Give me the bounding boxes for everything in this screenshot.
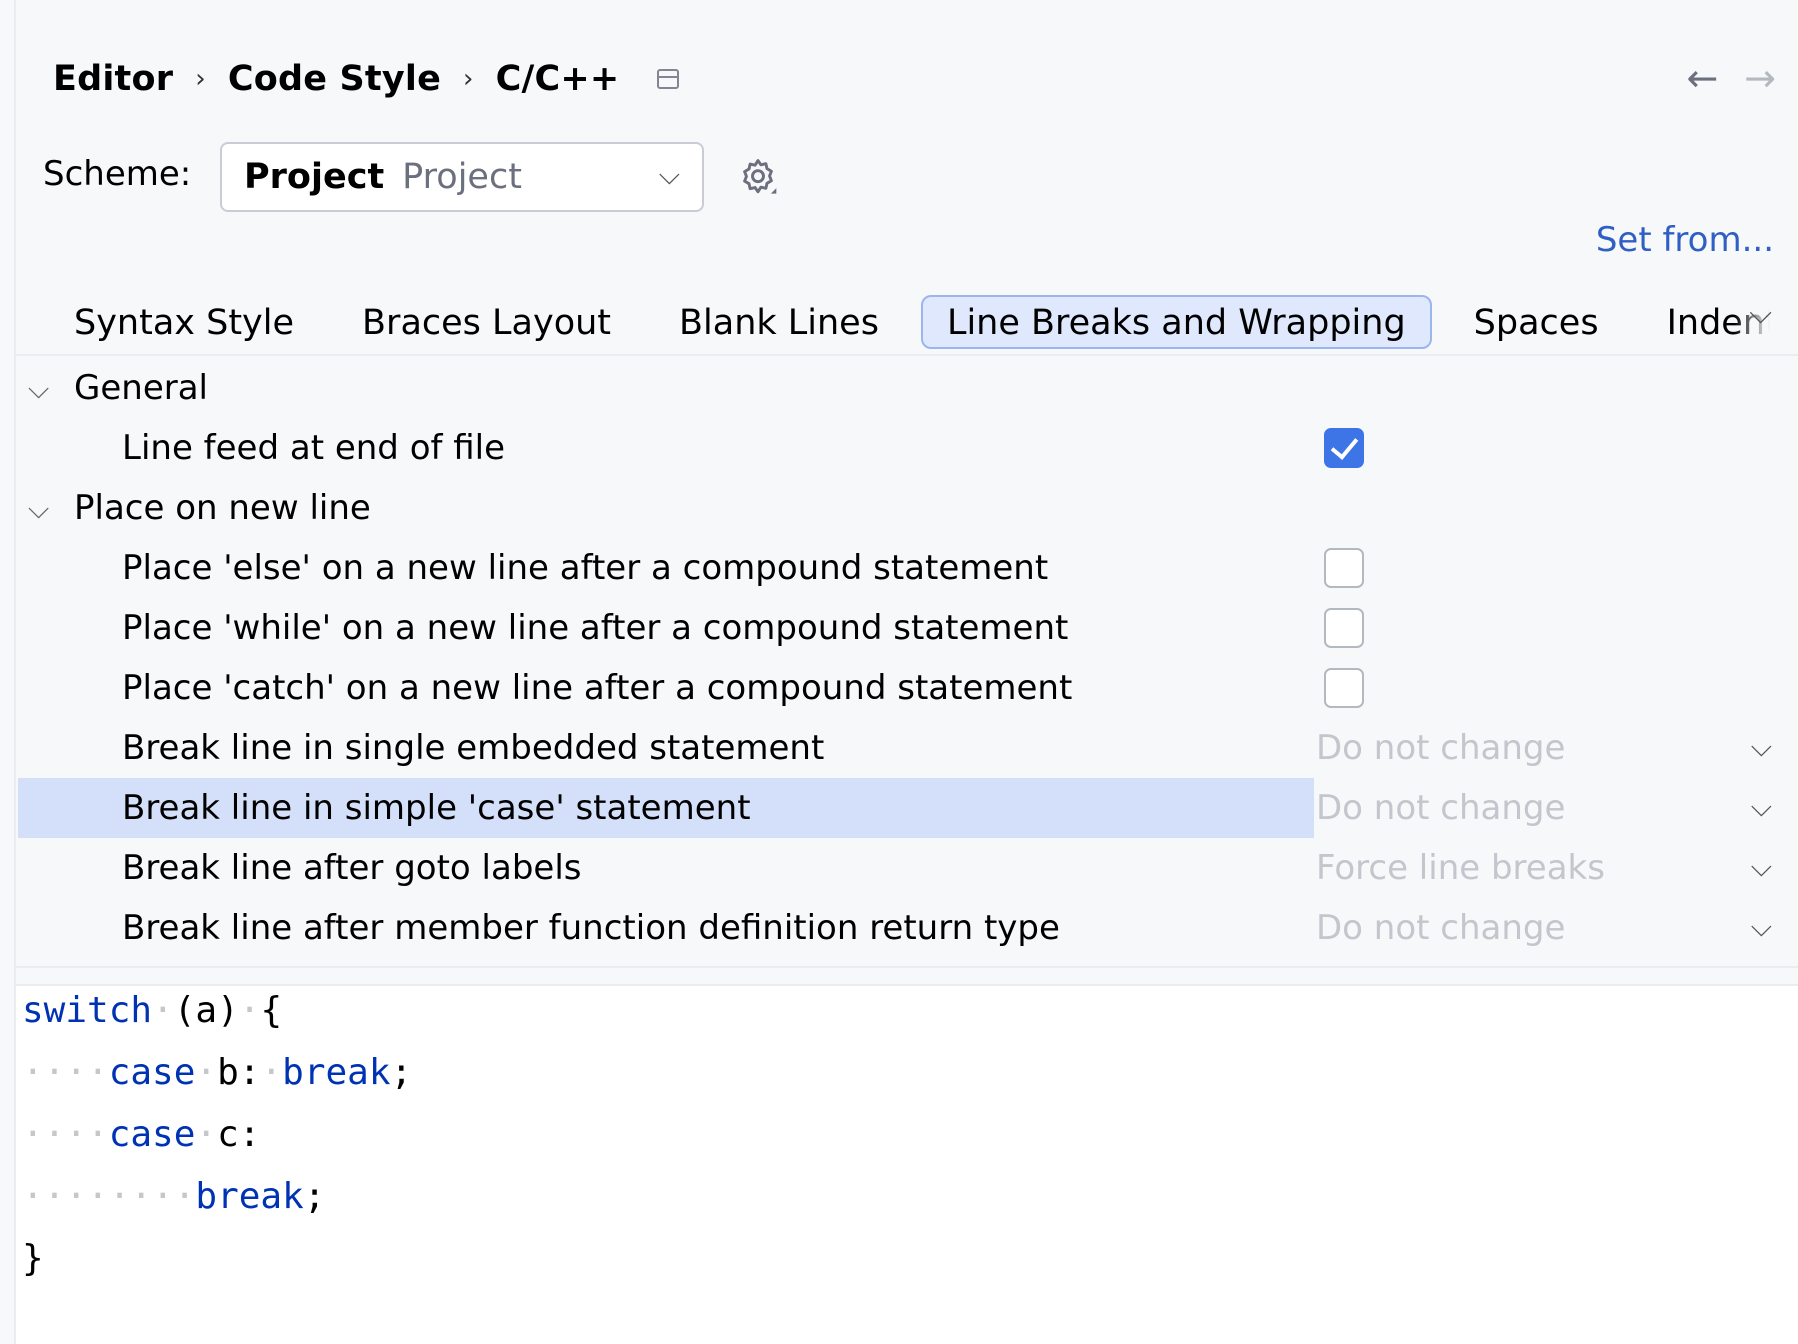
while-new-line-checkbox[interactable]	[1324, 608, 1364, 648]
code-keyword: break	[282, 1052, 391, 1093]
option-while-new-line[interactable]: Place 'while' on a new line after a comp…	[18, 598, 1798, 658]
dropdown-value: Force line breaks	[1316, 848, 1605, 888]
code-text: b:	[217, 1052, 261, 1093]
code-keyword: break	[195, 1176, 304, 1217]
tab-line-breaks-and-wrapping[interactable]: Line Breaks and Wrapping	[920, 295, 1432, 349]
breadcrumb-separator: ›	[195, 64, 206, 94]
breadcrumb-editor[interactable]: Editor	[53, 59, 173, 99]
chevron-down-icon: ⌵	[1750, 730, 1772, 763]
member-return-type-dropdown[interactable]: Do not change ⌵	[1316, 898, 1798, 958]
breadcrumb-cpp: C/C++	[495, 59, 620, 99]
open-in-window-icon[interactable]	[657, 69, 680, 89]
dropdown-value: Do not change	[1316, 788, 1566, 828]
single-embedded-dropdown[interactable]: Do not change ⌵	[1316, 718, 1798, 778]
code-preview[interactable]: switch·(a)·{ ····case·b:·break; ····case…	[16, 984, 1798, 1344]
group-place-on-new-line[interactable]: ⌵ Place on new line	[18, 478, 1798, 538]
code-keyword: switch	[22, 990, 153, 1031]
code-line-5: }	[22, 1234, 44, 1284]
option-label: Break line after goto labels	[122, 848, 582, 888]
option-label: Break line after member function definit…	[122, 908, 1060, 948]
catch-new-line-checkbox[interactable]	[1324, 668, 1364, 708]
scheme-dropdown[interactable]: Project Project ⌵	[220, 142, 704, 212]
scheme-name: Project	[244, 157, 385, 197]
chevron-down-icon: ⌵	[1750, 910, 1772, 943]
code-text: c:	[217, 1114, 261, 1155]
scheme-type: Project	[402, 157, 522, 197]
code-line-3: ····case·c:	[22, 1114, 261, 1155]
tab-bar: Syntax Style Braces Layout Blank Lines L…	[48, 292, 1788, 352]
chevron-down-icon: ⌵	[658, 158, 680, 191]
group-label: General	[74, 368, 208, 408]
more-tabs-chevron-icon[interactable]: ⌵	[1749, 296, 1772, 331]
breadcrumb-separator: ›	[463, 64, 474, 94]
code-line-1: switch·(a)·{	[22, 990, 283, 1031]
chevron-down-icon: ⌵	[1750, 790, 1772, 823]
code-text: (a)	[173, 990, 239, 1031]
option-label: Place 'else' on a new line after a compo…	[122, 548, 1049, 588]
tab-braces-layout[interactable]: Braces Layout	[336, 295, 637, 349]
option-goto-labels[interactable]: Break line after goto labels Force line …	[18, 838, 1798, 898]
code-text: }	[22, 1238, 44, 1279]
code-keyword: case	[108, 1052, 196, 1093]
dropdown-value: Do not change	[1316, 728, 1566, 768]
option-label: Place 'while' on a new line after a comp…	[122, 608, 1069, 648]
chevron-down-icon: ⌵	[1750, 850, 1772, 883]
option-else-new-line[interactable]: Place 'else' on a new line after a compo…	[18, 538, 1798, 598]
simple-case-dropdown[interactable]: Do not change ⌵	[1316, 778, 1798, 838]
tab-blank-lines[interactable]: Blank Lines	[653, 295, 905, 349]
tab-spaces[interactable]: Spaces	[1448, 295, 1625, 349]
code-text: ;	[390, 1052, 413, 1093]
code-text: {	[260, 990, 283, 1031]
navigation-arrows: ← →	[1686, 56, 1776, 100]
group-label: Place on new line	[74, 488, 371, 528]
option-label: Break line in simple 'case' statement	[122, 788, 751, 828]
scheme-label: Scheme:	[43, 154, 192, 194]
goto-labels-dropdown[interactable]: Force line breaks ⌵	[1316, 838, 1798, 898]
option-label: Place 'catch' on a new line after a comp…	[122, 668, 1073, 708]
option-single-embedded[interactable]: Break line in single embedded statement …	[18, 718, 1798, 778]
tab-divider	[16, 354, 1798, 356]
else-new-line-checkbox[interactable]	[1324, 548, 1364, 588]
forward-arrow-icon[interactable]: →	[1744, 56, 1776, 100]
tree-divider	[16, 966, 1798, 968]
tab-syntax-style[interactable]: Syntax Style	[48, 295, 320, 349]
option-label: Break line in single embedded statement	[122, 728, 825, 768]
set-from-link[interactable]: Set from...	[1596, 220, 1774, 260]
dropdown-value: Do not change	[1316, 908, 1566, 948]
option-catch-new-line[interactable]: Place 'catch' on a new line after a comp…	[18, 658, 1798, 718]
code-line-2: ····case·b:·break;	[22, 1052, 413, 1093]
line-feed-checkbox[interactable]	[1324, 428, 1364, 468]
option-member-return-type[interactable]: Break line after member function definit…	[18, 898, 1798, 958]
back-arrow-icon[interactable]: ←	[1686, 56, 1718, 100]
option-line-feed[interactable]: Line feed at end of file	[18, 418, 1798, 478]
options-tree: ⌵ General Line feed at end of file ⌵ Pla…	[18, 358, 1798, 958]
code-keyword: case	[108, 1114, 196, 1155]
breadcrumb-code-style[interactable]: Code Style	[228, 59, 441, 99]
option-label: Line feed at end of file	[122, 428, 506, 468]
option-simple-case[interactable]: Break line in simple 'case' statement Do…	[18, 778, 1798, 838]
left-panel-edge	[0, 0, 16, 1344]
code-line-4: ········break;	[22, 1176, 326, 1217]
group-general[interactable]: ⌵ General	[18, 358, 1798, 418]
breadcrumb: Editor › Code Style › C/C++	[53, 54, 680, 104]
code-text: ;	[303, 1176, 326, 1217]
gear-icon[interactable]	[736, 156, 780, 200]
